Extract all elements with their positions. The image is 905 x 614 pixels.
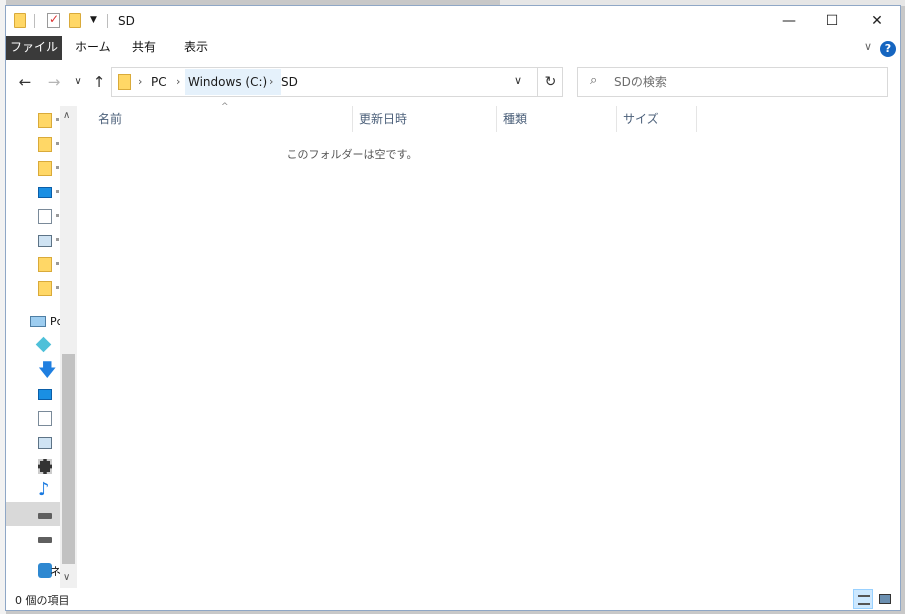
nav-item-folder[interactable]	[6, 132, 60, 156]
nav-item-drive[interactable]	[6, 526, 60, 550]
folder-icon	[38, 137, 52, 152]
column-header-name[interactable]: 名前	[92, 106, 353, 132]
nav-item-downloads[interactable]: 🡇	[6, 358, 60, 382]
nav-item-documents[interactable]	[6, 204, 60, 228]
breadcrumb-windows-c[interactable]: Windows (C:)	[188, 74, 267, 90]
address-toolbar: ← → ∨ ↑ › PC › Windows (C:) › SD ∨ ↻ ⌕	[6, 60, 900, 105]
refresh-button[interactable]: ↻	[537, 68, 563, 96]
column-header-modified[interactable]: 更新日時	[353, 106, 497, 132]
nav-item-music[interactable]: ♪	[6, 478, 60, 502]
properties-icon[interactable]	[47, 12, 60, 28]
pin-icon	[56, 238, 59, 241]
search-input[interactable]	[614, 74, 874, 90]
scroll-down-icon[interactable]: ∨	[63, 572, 70, 583]
pin-icon	[56, 262, 59, 265]
forward-button[interactable]: →	[44, 72, 64, 92]
title-bar[interactable]: ▼ SD — ☐ ✕	[6, 6, 900, 36]
column-header-type[interactable]: 種類	[497, 106, 617, 132]
nav-item-folder[interactable]	[6, 276, 60, 300]
pc-icon	[30, 316, 46, 327]
breadcrumb-separator[interactable]: ›	[176, 74, 180, 90]
folder-icon	[14, 13, 26, 28]
breadcrumb-pc[interactable]: PC	[151, 74, 167, 90]
pictures-icon	[38, 235, 52, 247]
document-icon	[38, 209, 52, 224]
nav-item-videos[interactable]	[6, 454, 60, 478]
document-icon	[38, 411, 52, 426]
nav-item-network[interactable]: ネ	[6, 558, 61, 582]
pin-icon	[56, 190, 59, 193]
drive-icon	[38, 537, 52, 543]
breadcrumb-sd[interactable]: SD	[281, 74, 298, 90]
breadcrumb-separator[interactable]: ›	[269, 74, 273, 90]
up-button[interactable]: ↑	[89, 72, 109, 92]
navigation-pane: Pc 🡇 ♪ ネ ∧ ∨	[6, 106, 77, 588]
column-header-size[interactable]: サイズ	[617, 106, 697, 132]
search-box[interactable]: ⌕	[577, 67, 888, 97]
nav-item-desktop[interactable]	[6, 180, 60, 204]
close-button[interactable]: ✕	[854, 6, 900, 36]
empty-folder-message: このフォルダーは空です。	[286, 148, 418, 161]
breadcrumb-separator[interactable]: ›	[138, 74, 142, 90]
nav-item-pictures[interactable]	[6, 430, 60, 454]
details-view-button[interactable]	[853, 589, 873, 609]
recent-locations-button[interactable]: ∨	[68, 72, 88, 92]
pin-icon	[56, 286, 59, 289]
3d-objects-icon	[35, 336, 52, 353]
drive-icon	[38, 513, 52, 519]
desktop-icon	[38, 389, 52, 400]
ribbon-tabs: ファイル ホーム 共有 表示 ∨ ?	[6, 36, 900, 60]
quick-access-separator	[34, 14, 35, 28]
details-view-icon	[858, 595, 870, 605]
tab-home[interactable]: ホーム	[66, 36, 120, 60]
explorer-window: ▼ SD — ☐ ✕ ファイル ホーム 共有 表示 ∨ ? ← → ∨ ↑ › …	[5, 5, 901, 611]
address-dropdown-icon[interactable]: ∨	[514, 74, 522, 87]
folder-icon	[118, 74, 131, 90]
file-list[interactable]: ^ 名前 更新日時 種類 サイズ このフォルダーは空です。	[77, 102, 900, 588]
tab-share[interactable]: 共有	[123, 36, 165, 60]
nav-item-folder[interactable]	[6, 108, 60, 132]
address-bar[interactable]: › PC › Windows (C:) › SD ∨ ↻	[111, 67, 563, 97]
maximize-button[interactable]: ☐	[809, 6, 855, 36]
expand-ribbon-icon[interactable]: ∨	[864, 40, 872, 53]
folder-icon	[38, 257, 52, 272]
folder-icon	[38, 161, 52, 176]
nav-pane-scrollbar[interactable]: ∧ ∨	[60, 106, 77, 588]
customize-quick-access-icon[interactable]: ▼	[90, 15, 99, 25]
search-icon: ⌕	[590, 73, 598, 88]
window-title: SD	[118, 14, 135, 28]
large-icons-view-button[interactable]	[875, 589, 895, 609]
item-count: 0 個の項目	[15, 594, 70, 607]
desktop-icon	[38, 187, 52, 198]
pin-icon	[56, 166, 59, 169]
folder-icon	[38, 113, 52, 128]
nav-item-desktop[interactable]	[6, 382, 60, 406]
music-icon: ♪	[38, 479, 50, 500]
nav-item-documents[interactable]	[6, 406, 60, 430]
title-separator	[107, 14, 108, 28]
help-icon[interactable]: ?	[880, 41, 896, 57]
tab-view[interactable]: 表示	[175, 36, 217, 60]
pin-icon	[56, 118, 59, 121]
pictures-icon	[38, 437, 52, 449]
scroll-up-icon[interactable]: ∧	[63, 110, 70, 121]
tab-file[interactable]: ファイル	[6, 36, 62, 60]
videos-icon	[38, 459, 52, 474]
nav-item-3d-objects[interactable]	[6, 334, 60, 358]
nav-item-drive-selected[interactable]	[6, 502, 60, 526]
minimize-button[interactable]: —	[766, 6, 812, 36]
nav-item-folder[interactable]	[6, 156, 60, 180]
folder-icon	[38, 281, 52, 296]
status-bar: 0 個の項目	[6, 588, 900, 610]
nav-item-pc[interactable]: Pc	[6, 310, 63, 334]
new-folder-icon[interactable]	[69, 13, 81, 28]
nav-item-folder[interactable]	[6, 252, 60, 276]
scrollbar-thumb[interactable]	[62, 354, 75, 564]
large-icons-view-icon	[879, 594, 891, 604]
nav-item-pictures[interactable]	[6, 228, 60, 252]
pin-icon	[56, 142, 59, 145]
downloads-icon: 🡇	[38, 360, 57, 381]
pin-icon	[56, 214, 59, 217]
back-button[interactable]: ←	[15, 72, 35, 92]
